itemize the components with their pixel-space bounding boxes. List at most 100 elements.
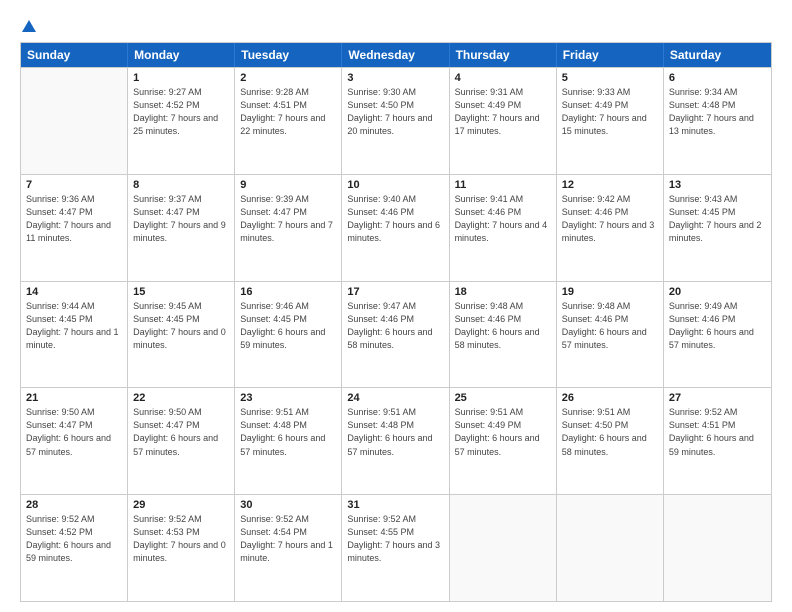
cell-date: 31 xyxy=(347,499,443,511)
cell-info: Sunrise: 9:48 AMSunset: 4:46 PMDaylight:… xyxy=(562,300,658,352)
day-header-tuesday: Tuesday xyxy=(235,43,342,67)
cell-date: 18 xyxy=(455,286,551,298)
week-row-2: 7 Sunrise: 9:36 AMSunset: 4:47 PMDayligh… xyxy=(21,174,771,281)
calendar-cell: 16 Sunrise: 9:46 AMSunset: 4:45 PMDaylig… xyxy=(235,282,342,388)
cell-date: 6 xyxy=(669,72,766,84)
cell-date: 23 xyxy=(240,392,336,404)
cell-info: Sunrise: 9:46 AMSunset: 4:45 PMDaylight:… xyxy=(240,300,336,352)
calendar-cell: 30 Sunrise: 9:52 AMSunset: 4:54 PMDaylig… xyxy=(235,495,342,601)
calendar-cell: 11 Sunrise: 9:41 AMSunset: 4:46 PMDaylig… xyxy=(450,175,557,281)
calendar-cell: 18 Sunrise: 9:48 AMSunset: 4:46 PMDaylig… xyxy=(450,282,557,388)
cell-info: Sunrise: 9:37 AMSunset: 4:47 PMDaylight:… xyxy=(133,193,229,245)
cell-info: Sunrise: 9:50 AMSunset: 4:47 PMDaylight:… xyxy=(133,406,229,458)
calendar-cell: 8 Sunrise: 9:37 AMSunset: 4:47 PMDayligh… xyxy=(128,175,235,281)
day-header-thursday: Thursday xyxy=(450,43,557,67)
cell-date: 19 xyxy=(562,286,658,298)
cell-date: 20 xyxy=(669,286,766,298)
cell-date: 28 xyxy=(26,499,122,511)
calendar-container: SundayMondayTuesdayWednesdayThursdayFrid… xyxy=(20,42,772,602)
day-header-friday: Friday xyxy=(557,43,664,67)
calendar-cell: 29 Sunrise: 9:52 AMSunset: 4:53 PMDaylig… xyxy=(128,495,235,601)
calendar-cell: 24 Sunrise: 9:51 AMSunset: 4:48 PMDaylig… xyxy=(342,388,449,494)
cell-date: 8 xyxy=(133,179,229,191)
cell-date: 4 xyxy=(455,72,551,84)
week-row-4: 21 Sunrise: 9:50 AMSunset: 4:47 PMDaylig… xyxy=(21,387,771,494)
logo xyxy=(20,18,37,32)
calendar-cell: 19 Sunrise: 9:48 AMSunset: 4:46 PMDaylig… xyxy=(557,282,664,388)
cell-info: Sunrise: 9:41 AMSunset: 4:46 PMDaylight:… xyxy=(455,193,551,245)
cell-info: Sunrise: 9:31 AMSunset: 4:49 PMDaylight:… xyxy=(455,86,551,138)
calendar-cell xyxy=(450,495,557,601)
cell-info: Sunrise: 9:45 AMSunset: 4:45 PMDaylight:… xyxy=(133,300,229,352)
cell-date: 26 xyxy=(562,392,658,404)
cell-info: Sunrise: 9:51 AMSunset: 4:50 PMDaylight:… xyxy=(562,406,658,458)
day-header-sunday: Sunday xyxy=(21,43,128,67)
cell-info: Sunrise: 9:52 AMSunset: 4:55 PMDaylight:… xyxy=(347,513,443,565)
cell-info: Sunrise: 9:52 AMSunset: 4:52 PMDaylight:… xyxy=(26,513,122,565)
calendar-cell: 25 Sunrise: 9:51 AMSunset: 4:49 PMDaylig… xyxy=(450,388,557,494)
cell-date: 11 xyxy=(455,179,551,191)
cell-date: 3 xyxy=(347,72,443,84)
cell-info: Sunrise: 9:51 AMSunset: 4:48 PMDaylight:… xyxy=(240,406,336,458)
cell-date: 1 xyxy=(133,72,229,84)
calendar-cell: 2 Sunrise: 9:28 AMSunset: 4:51 PMDayligh… xyxy=(235,68,342,174)
cell-info: Sunrise: 9:40 AMSunset: 4:46 PMDaylight:… xyxy=(347,193,443,245)
cell-info: Sunrise: 9:33 AMSunset: 4:49 PMDaylight:… xyxy=(562,86,658,138)
calendar-cell: 5 Sunrise: 9:33 AMSunset: 4:49 PMDayligh… xyxy=(557,68,664,174)
calendar-cell: 20 Sunrise: 9:49 AMSunset: 4:46 PMDaylig… xyxy=(664,282,771,388)
calendar-cell: 17 Sunrise: 9:47 AMSunset: 4:46 PMDaylig… xyxy=(342,282,449,388)
cell-date: 21 xyxy=(26,392,122,404)
cell-info: Sunrise: 9:39 AMSunset: 4:47 PMDaylight:… xyxy=(240,193,336,245)
cell-info: Sunrise: 9:48 AMSunset: 4:46 PMDaylight:… xyxy=(455,300,551,352)
cell-date: 5 xyxy=(562,72,658,84)
cell-date: 15 xyxy=(133,286,229,298)
calendar-body: 1 Sunrise: 9:27 AMSunset: 4:52 PMDayligh… xyxy=(21,67,771,601)
calendar-cell: 28 Sunrise: 9:52 AMSunset: 4:52 PMDaylig… xyxy=(21,495,128,601)
cell-info: Sunrise: 9:49 AMSunset: 4:46 PMDaylight:… xyxy=(669,300,766,352)
cell-date: 30 xyxy=(240,499,336,511)
day-header-saturday: Saturday xyxy=(664,43,771,67)
cell-date: 17 xyxy=(347,286,443,298)
calendar-cell: 1 Sunrise: 9:27 AMSunset: 4:52 PMDayligh… xyxy=(128,68,235,174)
calendar-cell xyxy=(557,495,664,601)
cell-info: Sunrise: 9:52 AMSunset: 4:51 PMDaylight:… xyxy=(669,406,766,458)
cell-date: 29 xyxy=(133,499,229,511)
calendar-cell: 4 Sunrise: 9:31 AMSunset: 4:49 PMDayligh… xyxy=(450,68,557,174)
calendar-cell: 7 Sunrise: 9:36 AMSunset: 4:47 PMDayligh… xyxy=(21,175,128,281)
calendar-cell: 6 Sunrise: 9:34 AMSunset: 4:48 PMDayligh… xyxy=(664,68,771,174)
cell-date: 14 xyxy=(26,286,122,298)
day-header-monday: Monday xyxy=(128,43,235,67)
cell-date: 7 xyxy=(26,179,122,191)
cell-info: Sunrise: 9:51 AMSunset: 4:49 PMDaylight:… xyxy=(455,406,551,458)
cell-date: 27 xyxy=(669,392,766,404)
cell-date: 16 xyxy=(240,286,336,298)
cell-info: Sunrise: 9:51 AMSunset: 4:48 PMDaylight:… xyxy=(347,406,443,458)
cell-date: 12 xyxy=(562,179,658,191)
calendar-cell: 9 Sunrise: 9:39 AMSunset: 4:47 PMDayligh… xyxy=(235,175,342,281)
calendar-cell: 21 Sunrise: 9:50 AMSunset: 4:47 PMDaylig… xyxy=(21,388,128,494)
calendar-cell xyxy=(664,495,771,601)
cell-info: Sunrise: 9:42 AMSunset: 4:46 PMDaylight:… xyxy=(562,193,658,245)
calendar-cell: 15 Sunrise: 9:45 AMSunset: 4:45 PMDaylig… xyxy=(128,282,235,388)
week-row-1: 1 Sunrise: 9:27 AMSunset: 4:52 PMDayligh… xyxy=(21,67,771,174)
cell-date: 2 xyxy=(240,72,336,84)
cell-info: Sunrise: 9:34 AMSunset: 4:48 PMDaylight:… xyxy=(669,86,766,138)
calendar-cell xyxy=(21,68,128,174)
calendar-cell: 22 Sunrise: 9:50 AMSunset: 4:47 PMDaylig… xyxy=(128,388,235,494)
cell-info: Sunrise: 9:27 AMSunset: 4:52 PMDaylight:… xyxy=(133,86,229,138)
cell-info: Sunrise: 9:36 AMSunset: 4:47 PMDaylight:… xyxy=(26,193,122,245)
cell-info: Sunrise: 9:47 AMSunset: 4:46 PMDaylight:… xyxy=(347,300,443,352)
calendar-cell: 10 Sunrise: 9:40 AMSunset: 4:46 PMDaylig… xyxy=(342,175,449,281)
calendar-cell: 27 Sunrise: 9:52 AMSunset: 4:51 PMDaylig… xyxy=(664,388,771,494)
header xyxy=(20,18,772,32)
calendar-cell: 23 Sunrise: 9:51 AMSunset: 4:48 PMDaylig… xyxy=(235,388,342,494)
calendar-cell: 3 Sunrise: 9:30 AMSunset: 4:50 PMDayligh… xyxy=(342,68,449,174)
calendar-header: SundayMondayTuesdayWednesdayThursdayFrid… xyxy=(21,43,771,67)
calendar-cell: 12 Sunrise: 9:42 AMSunset: 4:46 PMDaylig… xyxy=(557,175,664,281)
calendar-cell: 31 Sunrise: 9:52 AMSunset: 4:55 PMDaylig… xyxy=(342,495,449,601)
cell-info: Sunrise: 9:28 AMSunset: 4:51 PMDaylight:… xyxy=(240,86,336,138)
day-header-wednesday: Wednesday xyxy=(342,43,449,67)
cell-date: 22 xyxy=(133,392,229,404)
week-row-5: 28 Sunrise: 9:52 AMSunset: 4:52 PMDaylig… xyxy=(21,494,771,601)
cell-info: Sunrise: 9:52 AMSunset: 4:53 PMDaylight:… xyxy=(133,513,229,565)
